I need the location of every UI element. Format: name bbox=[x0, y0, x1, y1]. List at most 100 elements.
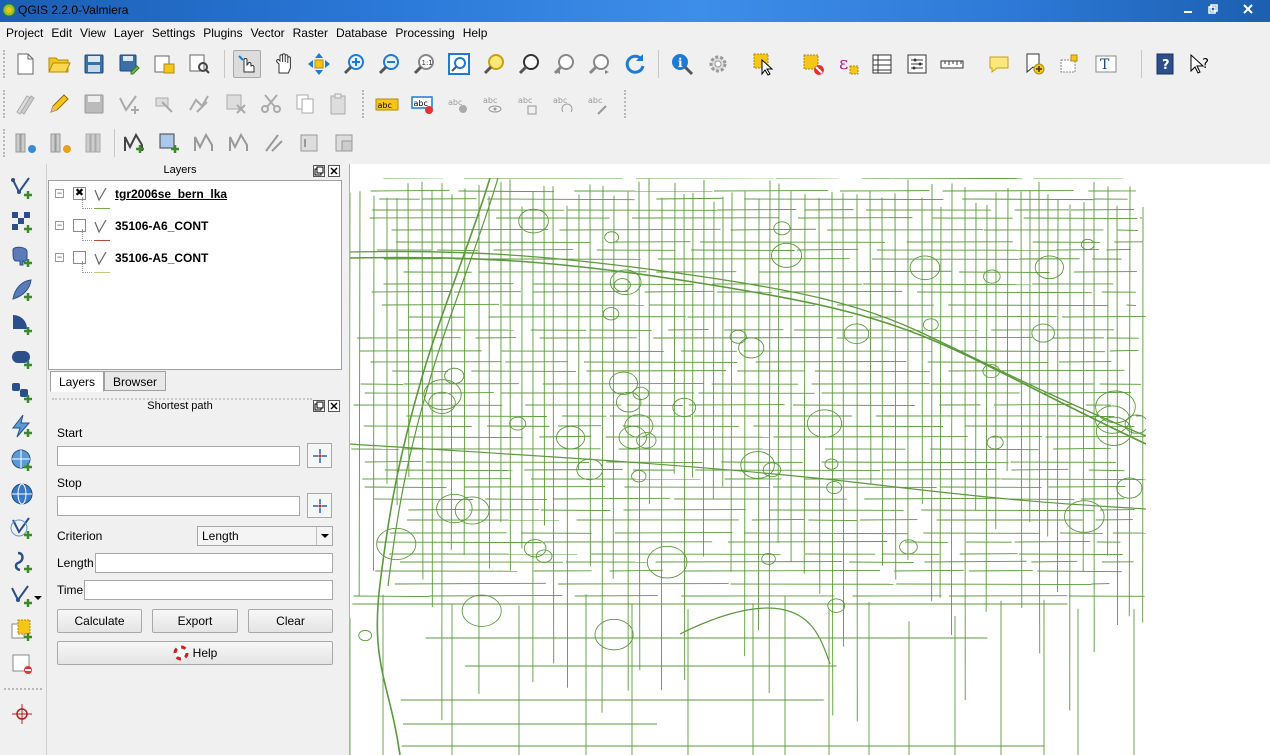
clear-button[interactable]: Clear bbox=[248, 609, 333, 633]
start-point-field[interactable] bbox=[57, 446, 300, 466]
deselect-all-button[interactable] bbox=[799, 50, 827, 78]
tab-browser[interactable]: Browser bbox=[104, 371, 167, 391]
pan-to-selection-button[interactable] bbox=[233, 50, 261, 78]
minimize-button[interactable] bbox=[1175, 0, 1200, 18]
menu-project[interactable]: Project bbox=[2, 22, 47, 44]
add-wfs-button[interactable] bbox=[8, 616, 36, 644]
layer-name[interactable]: tgr2006se_bern_lka bbox=[115, 187, 227, 201]
map-tips-button[interactable] bbox=[985, 50, 1013, 78]
collapse-icon[interactable]: − bbox=[55, 221, 64, 230]
add-mssql-layer-button[interactable] bbox=[8, 310, 36, 338]
menu-settings[interactable]: Settings bbox=[148, 22, 199, 44]
add-oracle-layer-button[interactable] bbox=[8, 344, 36, 372]
open-attribute-table-button[interactable] bbox=[868, 50, 896, 78]
field-calculator-button[interactable] bbox=[903, 50, 931, 78]
delete-ring-button[interactable] bbox=[260, 129, 288, 157]
zoom-full-button[interactable] bbox=[445, 50, 473, 78]
toolbar-grip[interactable] bbox=[4, 688, 42, 690]
rotate-label-button[interactable]: abc bbox=[549, 90, 577, 118]
measure-line-button[interactable] bbox=[938, 50, 966, 78]
identify-features-button[interactable]: i bbox=[668, 50, 696, 78]
copy-features-button[interactable] bbox=[291, 90, 319, 118]
delete-part-button[interactable] bbox=[295, 129, 323, 157]
collapse-icon[interactable]: − bbox=[55, 189, 64, 198]
criterion-select[interactable]: Length bbox=[197, 526, 333, 546]
save-layer-edits-button[interactable] bbox=[80, 90, 108, 118]
node-tool-button[interactable] bbox=[185, 90, 213, 118]
zoom-native-button[interactable]: 1:1 bbox=[410, 50, 438, 78]
menu-vector[interactable]: Vector bbox=[247, 22, 289, 44]
export-button[interactable]: Export bbox=[152, 609, 238, 633]
redo-button[interactable] bbox=[46, 129, 74, 157]
add-wfs-layer-button[interactable] bbox=[8, 480, 36, 508]
pan-map-button[interactable] bbox=[270, 50, 298, 78]
add-part-button[interactable] bbox=[190, 129, 218, 157]
help-contents-button[interactable]: ? bbox=[1151, 50, 1179, 78]
layer-labeling-button[interactable]: abc bbox=[409, 90, 437, 118]
float-panel-button[interactable] bbox=[313, 400, 325, 412]
time-field[interactable] bbox=[84, 580, 333, 600]
labeling-button[interactable]: abc bbox=[373, 90, 401, 118]
pick-start-button[interactable] bbox=[307, 443, 332, 468]
zoom-next-button[interactable] bbox=[585, 50, 613, 78]
rotate-feature-button[interactable] bbox=[81, 129, 109, 157]
cut-features-button[interactable] bbox=[257, 90, 285, 118]
add-feature-button[interactable] bbox=[115, 90, 143, 118]
move-label-button[interactable]: abc bbox=[514, 90, 542, 118]
menu-raster[interactable]: Raster bbox=[289, 22, 332, 44]
toolbar-grip[interactable] bbox=[362, 90, 366, 118]
chevron-down-icon[interactable] bbox=[34, 594, 42, 602]
calculate-button[interactable]: Calculate bbox=[57, 609, 142, 633]
zoom-in-button[interactable] bbox=[340, 50, 368, 78]
delete-selected-button[interactable] bbox=[222, 90, 250, 118]
help-button[interactable]: Help bbox=[57, 641, 333, 665]
paste-features-button[interactable] bbox=[325, 90, 353, 118]
open-project-button[interactable] bbox=[45, 50, 73, 78]
menu-database[interactable]: Database bbox=[332, 22, 391, 44]
layer-item[interactable]: − 35106-A5_CONT bbox=[49, 249, 339, 267]
add-wms-layer-button[interactable] bbox=[8, 412, 36, 440]
add-gps-layer-button[interactable] bbox=[8, 548, 36, 576]
action-button[interactable] bbox=[704, 50, 732, 78]
toggle-editing-button[interactable] bbox=[45, 90, 73, 118]
current-edits-button[interactable] bbox=[11, 90, 39, 118]
whats-this-button[interactable]: ? bbox=[1186, 50, 1214, 78]
menu-help[interactable]: Help bbox=[459, 22, 492, 44]
close-window-button[interactable] bbox=[1225, 0, 1270, 18]
zoom-out-button[interactable] bbox=[375, 50, 403, 78]
stop-point-field[interactable] bbox=[57, 496, 300, 516]
toolbar-grip[interactable] bbox=[3, 50, 7, 78]
select-by-expression-button[interactable]: ε bbox=[834, 50, 862, 78]
zoom-to-layer-button[interactable] bbox=[515, 50, 543, 78]
toolbar-grip[interactable] bbox=[3, 90, 7, 118]
composer-manager-button[interactable] bbox=[185, 50, 213, 78]
change-label-button[interactable]: abc bbox=[584, 90, 612, 118]
pick-stop-button[interactable] bbox=[307, 493, 332, 518]
menu-edit[interactable]: Edit bbox=[47, 22, 76, 44]
select-features-button[interactable] bbox=[750, 50, 778, 78]
zoom-last-button[interactable] bbox=[550, 50, 578, 78]
text-annotation-button[interactable]: T bbox=[1092, 50, 1120, 78]
add-vector-layer-button[interactable] bbox=[8, 174, 36, 202]
fill-ring-button[interactable] bbox=[225, 129, 253, 157]
new-project-button[interactable] bbox=[11, 50, 39, 78]
undo-button[interactable] bbox=[11, 129, 39, 157]
add-delimited-text-button[interactable] bbox=[8, 378, 36, 406]
length-field[interactable] bbox=[95, 553, 333, 573]
toolbar-grip[interactable] bbox=[624, 90, 628, 118]
zoom-to-selection-button[interactable] bbox=[480, 50, 508, 78]
add-postgis-layer-button[interactable] bbox=[8, 242, 36, 270]
menu-layer[interactable]: Layer bbox=[110, 22, 148, 44]
add-virtual-layer-button[interactable] bbox=[8, 514, 36, 542]
close-panel-button[interactable] bbox=[328, 400, 340, 412]
show-hide-labels-button[interactable]: abc bbox=[479, 90, 507, 118]
map-canvas[interactable] bbox=[349, 164, 1270, 755]
refresh-button[interactable] bbox=[620, 50, 648, 78]
move-feature-button[interactable] bbox=[150, 90, 178, 118]
close-panel-button[interactable] bbox=[328, 165, 340, 177]
save-project-button[interactable] bbox=[80, 50, 108, 78]
toolbar-grip[interactable] bbox=[3, 129, 7, 157]
add-raster-layer-button[interactable] bbox=[8, 208, 36, 236]
offset-curve-button[interactable] bbox=[330, 129, 358, 157]
pan-to-center-button[interactable] bbox=[305, 50, 333, 78]
